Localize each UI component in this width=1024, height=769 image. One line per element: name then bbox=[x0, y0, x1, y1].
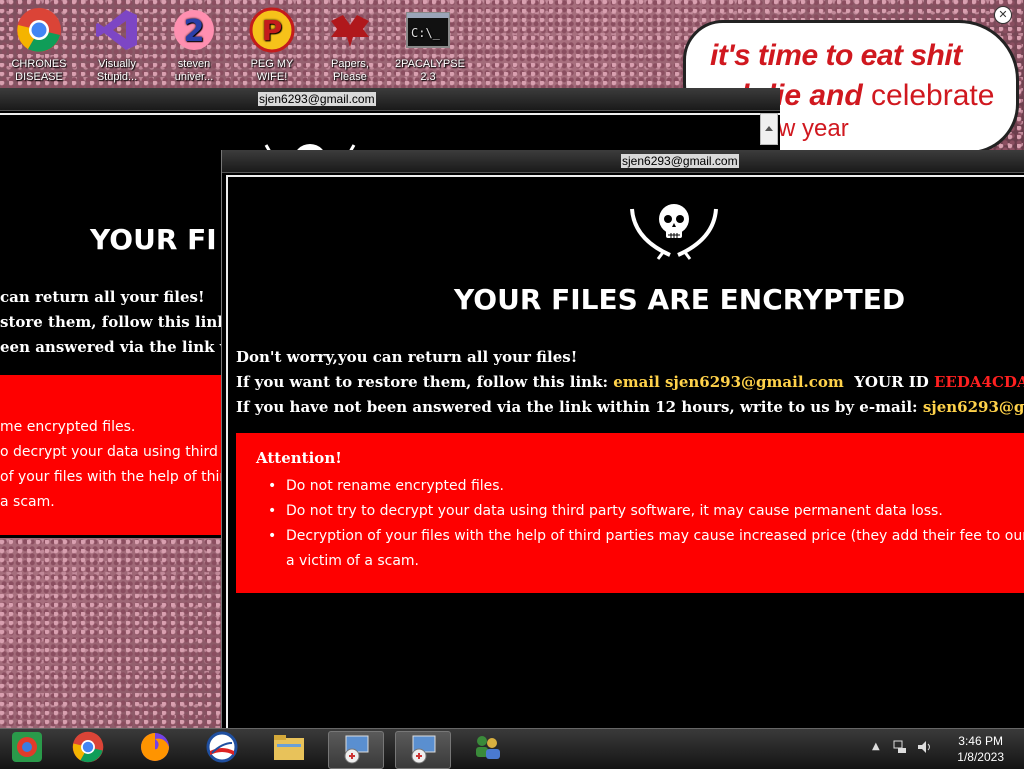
icon-label: Papers, bbox=[331, 58, 369, 70]
speech-line: it's time to eat shit bbox=[710, 39, 962, 72]
svg-text:P: P bbox=[262, 14, 283, 47]
network-icon[interactable] bbox=[892, 739, 908, 759]
window-title: sjen6293@gmail.com bbox=[258, 92, 376, 106]
message-line: Don't worry,you can return all your file… bbox=[236, 348, 578, 366]
message-text: If you want to restore them, follow this… bbox=[236, 373, 614, 391]
window-title: sjen6293@gmail.com bbox=[621, 154, 739, 168]
ransom-app-icon bbox=[407, 732, 439, 768]
icon-label: 2.3 bbox=[420, 71, 436, 83]
taskbar-firefox[interactable] bbox=[128, 731, 182, 767]
icon-label: steven bbox=[177, 58, 211, 70]
visual-studio-icon bbox=[93, 6, 141, 54]
list-item: of your files with the help of third p bbox=[0, 465, 247, 490]
speech-line: w year bbox=[778, 115, 849, 142]
icon-label: univer... bbox=[174, 71, 214, 83]
title-bar[interactable]: sjen6293@gmail.com bbox=[222, 150, 1024, 173]
ransom-window-front[interactable]: sjen6293@gmail.com YOUR FILES ARE ENCRYP… bbox=[221, 150, 1024, 728]
message-line: een answered via the link wit bbox=[0, 338, 246, 356]
network-users-icon bbox=[470, 731, 504, 767]
taskbar-ransom-app[interactable] bbox=[328, 731, 384, 769]
attention-box: Attention! Do not rename encrypted files… bbox=[236, 433, 1024, 593]
attention-list: me encrypted files. o decrypt your data … bbox=[0, 415, 247, 515]
show-hidden-icons-icon[interactable]: ▲ bbox=[872, 741, 880, 752]
taskbar-obama[interactable] bbox=[195, 731, 249, 767]
icon-label: CHRONES bbox=[11, 58, 67, 70]
message-line: can return all your files! bbox=[0, 288, 205, 306]
list-item: Decryption of your files with the help o… bbox=[266, 524, 1024, 549]
desktop-icon-chrones[interactable]: CHRONES DISEASE bbox=[6, 6, 72, 84]
window-content: YOUR FILES ARE ENCRYPTED Don't worry,you… bbox=[226, 175, 1024, 728]
ransom-app-icon bbox=[340, 732, 372, 768]
start-button[interactable] bbox=[0, 731, 54, 767]
message-text: store them, follow this link: bbox=[0, 313, 239, 331]
system-clock[interactable]: 3:46 PM 1/8/2023 bbox=[957, 733, 1004, 765]
firefox-icon bbox=[139, 731, 171, 767]
taskbar: ▲ 3:46 PM 1/8/2023 bbox=[0, 728, 1024, 769]
taskbar-network-users[interactable] bbox=[460, 731, 514, 767]
desktop-icon-steven-universe[interactable]: 2 steven univer... bbox=[161, 6, 227, 84]
attention-title: Attention! bbox=[256, 449, 342, 467]
desktop-icon-peggle[interactable]: P PEG MY WIFE! bbox=[239, 6, 305, 84]
list-item: Do not rename encrypted files. bbox=[266, 474, 1024, 499]
file-explorer-icon bbox=[272, 732, 306, 766]
email-link[interactable]: email sjen6293@gmail.com bbox=[613, 373, 844, 391]
icon-label: Please bbox=[333, 71, 367, 83]
id-label: YOUR ID bbox=[843, 373, 934, 391]
svg-text:2: 2 bbox=[184, 14, 205, 49]
taskbar-chrome[interactable] bbox=[61, 731, 115, 767]
clock-time: 3:46 PM bbox=[958, 734, 1003, 748]
message-line: If you have not been answered via the li… bbox=[236, 395, 1024, 420]
icon-label: Stupid... bbox=[96, 71, 138, 83]
email-link[interactable]: sjen6293@gmail.com bbox=[923, 398, 1024, 416]
close-icon[interactable]: ✕ bbox=[994, 6, 1012, 24]
peggle-icon: P bbox=[248, 6, 296, 54]
message-line: If you want to restore them, follow this… bbox=[236, 370, 1024, 395]
windows-start-icon bbox=[10, 730, 44, 768]
icon-label: Visually bbox=[98, 58, 136, 70]
list-item: me encrypted files. bbox=[0, 415, 247, 440]
scrollbar-up-button[interactable] bbox=[760, 113, 778, 145]
icon-label: 2PACALYPSE bbox=[395, 58, 465, 70]
list-item: o decrypt your data using third pa bbox=[0, 440, 247, 465]
svg-text:C:\_: C:\_ bbox=[411, 26, 441, 40]
message-line: store them, follow this link: er bbox=[0, 310, 256, 335]
title-bar[interactable]: sjen6293@gmail.com bbox=[0, 88, 780, 111]
chrome-icon bbox=[72, 731, 104, 767]
desktop-icon-visually-stupid[interactable]: Visually Stupid... bbox=[84, 6, 150, 84]
skull-crossed-swords-icon bbox=[624, 195, 724, 271]
volume-icon[interactable] bbox=[916, 739, 934, 759]
obama-logo-icon bbox=[206, 731, 238, 767]
page-title: YOUR FILES ARE ENCRYPTED bbox=[454, 283, 906, 316]
desktop-icon-2pacalypse[interactable]: C:\_ 2PACALYPSE 2.3 bbox=[395, 6, 465, 84]
list-item: a scam. bbox=[0, 490, 247, 515]
desktop-icon-papers-please[interactable]: Papers, Please bbox=[317, 6, 383, 84]
speech-text: celebrate bbox=[862, 79, 995, 112]
victim-id: EEDA4CDA bbox=[934, 373, 1024, 391]
list-item: a victim of a scam. bbox=[286, 553, 419, 569]
attention-list: Do not rename encrypted files. Do not tr… bbox=[266, 474, 1024, 574]
steven-universe-icon: 2 bbox=[170, 6, 218, 54]
clock-date: 1/8/2023 bbox=[957, 750, 1004, 764]
page-title: YOUR FI bbox=[90, 223, 217, 256]
cmd-icon: C:\_ bbox=[404, 6, 452, 54]
list-item: Do not try to decrypt your data using th… bbox=[266, 499, 1024, 524]
papers-please-icon bbox=[326, 6, 374, 54]
taskbar-file-explorer[interactable] bbox=[262, 731, 316, 767]
message-text: If you have not been answered via the li… bbox=[236, 398, 923, 416]
taskbar-ransom-app[interactable] bbox=[395, 731, 451, 769]
icon-label: PEG MY WIFE! bbox=[250, 58, 294, 83]
icon-label: DISEASE bbox=[15, 71, 63, 83]
chrome-icon bbox=[15, 6, 63, 54]
